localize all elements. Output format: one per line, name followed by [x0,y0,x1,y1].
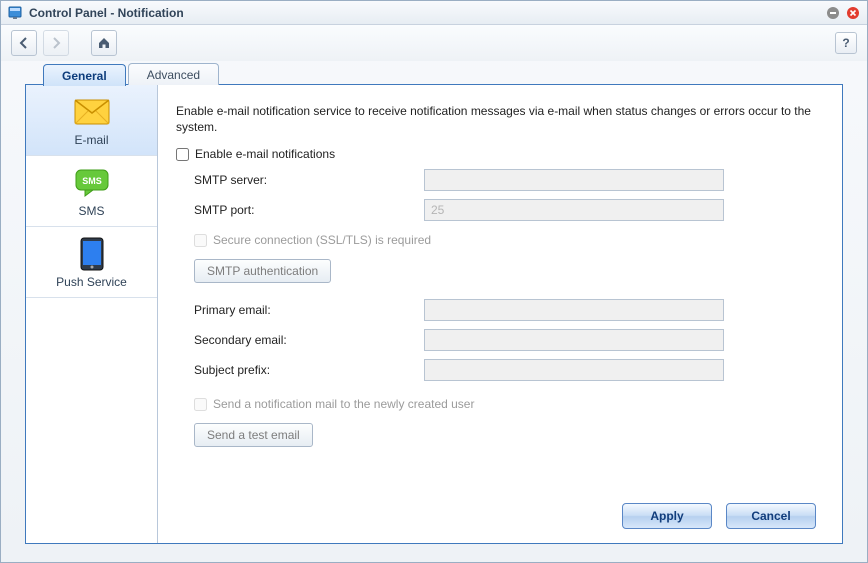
home-button[interactable] [91,30,117,56]
smtp-server-input[interactable] [424,169,724,191]
cancel-button[interactable]: Cancel [726,503,816,529]
sidebar: E-mail SMS SMS [26,85,158,543]
sidebar-item-email[interactable]: E-mail [26,85,157,156]
email-icon [30,95,153,129]
form-area: Enable e-mail notification service to re… [158,85,842,543]
control-panel-icon [7,5,23,21]
enable-notifications-label: Enable e-mail notifications [195,147,335,161]
content-area: General Advanced E-mail [1,61,867,562]
sidebar-item-label: E-mail [30,133,153,147]
toolbar: ? [1,25,867,61]
tabs: General Advanced [25,61,843,85]
smtp-server-label: SMTP server: [194,173,424,187]
intro-text: Enable e-mail notification service to re… [176,103,816,135]
back-button[interactable] [11,30,37,56]
window-title: Control Panel - Notification [29,6,184,20]
send-new-user-checkbox[interactable] [194,398,207,411]
sidebar-item-label: SMS [30,204,153,218]
smtp-port-label: SMTP port: [194,203,424,217]
sidebar-item-label: Push Service [30,275,153,289]
secure-connection-checkbox[interactable] [194,234,207,247]
tab-advanced[interactable]: Advanced [128,63,219,85]
enable-notifications-checkbox-label[interactable]: Enable e-mail notifications [176,147,335,161]
smtp-port-input[interactable] [424,199,724,221]
secure-connection-label: Secure connection (SSL/TLS) is required [213,233,431,247]
send-new-user-row[interactable]: Send a notification mail to the newly cr… [194,397,474,411]
secure-connection-row[interactable]: Secure connection (SSL/TLS) is required [194,233,431,247]
secondary-email-input[interactable] [424,329,724,351]
apply-button[interactable]: Apply [622,503,712,529]
close-icon[interactable] [845,5,861,21]
send-new-user-label: Send a notification mail to the newly cr… [213,397,474,411]
titlebar: Control Panel - Notification [1,1,867,25]
svg-text:SMS: SMS [82,176,102,186]
sms-icon: SMS [30,166,153,200]
enable-notifications-checkbox[interactable] [176,148,189,161]
sidebar-item-push[interactable]: Push Service [26,227,157,298]
sidebar-item-sms[interactable]: SMS SMS [26,156,157,227]
help-button[interactable]: ? [835,32,857,54]
send-test-email-button[interactable]: Send a test email [194,423,313,447]
primary-email-label: Primary email: [194,303,424,317]
push-icon [30,237,153,271]
panel: E-mail SMS SMS [25,84,843,544]
secondary-email-label: Secondary email: [194,333,424,347]
forward-button[interactable] [43,30,69,56]
window: Control Panel - Notification ? General A… [0,0,868,563]
subject-prefix-label: Subject prefix: [194,363,424,377]
minimize-icon[interactable] [825,5,841,21]
tab-general[interactable]: General [43,64,126,86]
footer: Apply Cancel [176,495,816,529]
smtp-auth-button[interactable]: SMTP authentication [194,259,331,283]
primary-email-input[interactable] [424,299,724,321]
subject-prefix-input[interactable] [424,359,724,381]
